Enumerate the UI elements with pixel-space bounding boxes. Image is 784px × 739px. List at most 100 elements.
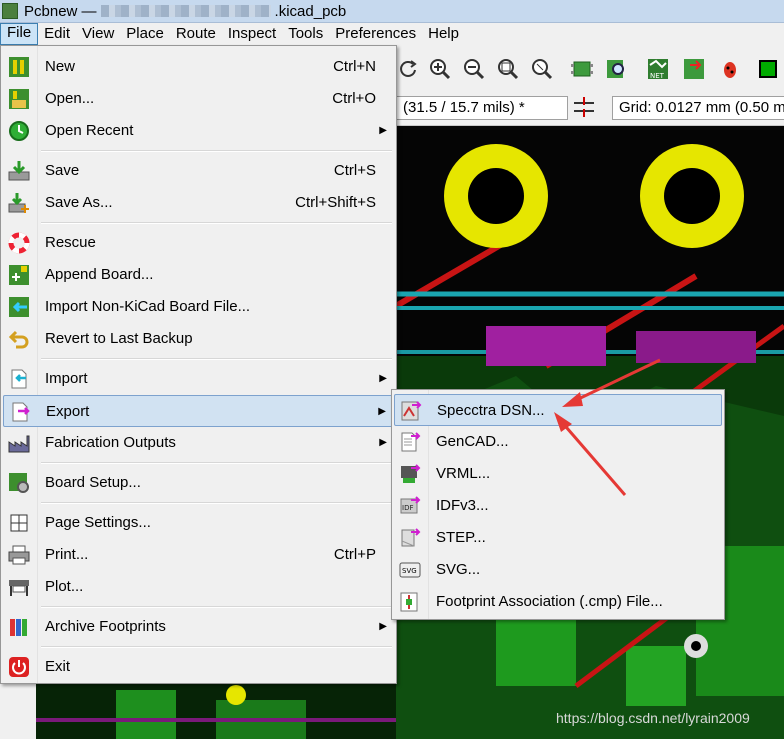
- menu-item-export[interactable]: Export ▶: [3, 395, 394, 427]
- zoom-selection-icon[interactable]: [530, 57, 554, 81]
- rescue-lifebuoy-icon: [6, 230, 32, 256]
- layer-color-icon[interactable]: [756, 57, 780, 81]
- submenu-arrow-icon: ▶: [379, 124, 387, 136]
- separator: [41, 358, 392, 360]
- submenu-arrow-icon: ▶: [379, 372, 387, 384]
- secondary-toolbar: (31.5 / 15.7 mils) * Grid: 0.0127 mm (0.…: [396, 91, 784, 126]
- menu-item-page-settings[interactable]: Page Settings...: [3, 507, 394, 537]
- title-bar: Pcbnew — .kicad_pcb: [0, 0, 784, 23]
- factory-icon: [6, 430, 32, 456]
- menu-item-rescue[interactable]: Rescue: [3, 227, 394, 257]
- step-icon: [397, 525, 423, 551]
- gencad-icon: [397, 429, 423, 455]
- menu-item-save[interactable]: Save Ctrl+S: [3, 155, 394, 185]
- svg-text:IDF: IDF: [402, 504, 413, 512]
- save-icon: [6, 158, 32, 184]
- separator: [41, 646, 392, 648]
- separator: [41, 606, 392, 608]
- printer-icon: [6, 542, 32, 568]
- page-settings-icon: [6, 510, 32, 536]
- exit-power-icon: [6, 654, 32, 680]
- menu-item-vrml[interactable]: VRML...: [394, 458, 722, 488]
- idf-icon: IDF: [397, 493, 423, 519]
- recent-clock-icon: [6, 118, 32, 144]
- menu-file[interactable]: File: [0, 23, 39, 45]
- menu-item-append-board[interactable]: Append Board...: [3, 259, 394, 289]
- export-icon: [7, 399, 33, 425]
- watermark: https://blog.csdn.net/lyrain2009: [556, 710, 750, 726]
- track-width-select[interactable]: (31.5 / 15.7 mils) *: [396, 96, 568, 120]
- window-title-suffix: .kicad_pcb: [274, 2, 347, 20]
- menu-item-new[interactable]: New Ctrl+N: [3, 51, 394, 81]
- zoom-fit-icon[interactable]: [496, 57, 520, 81]
- menu-item-import[interactable]: Import ▶: [3, 363, 394, 393]
- menu-item-footprint-association[interactable]: Footprint Association (.cmp) File...: [394, 586, 722, 616]
- separator: [41, 150, 392, 152]
- zoom-in-icon[interactable]: [428, 57, 452, 81]
- import-board-icon: [6, 294, 32, 320]
- grid-select[interactable]: Grid: 0.0127 mm (0.50 m: [612, 96, 784, 120]
- pcb-artwork-bottom: [36, 680, 396, 739]
- separator: [41, 502, 392, 504]
- drc-bug-icon[interactable]: [718, 57, 742, 81]
- menu-item-save-as[interactable]: Save As... Ctrl+Shift+S: [3, 187, 394, 217]
- submenu-arrow-icon: ▶: [379, 436, 387, 448]
- update-pcb-icon[interactable]: [682, 57, 706, 81]
- menu-edit[interactable]: Edit: [38, 24, 76, 44]
- board-setup-icon: [6, 470, 32, 496]
- window-title-prefix: Pcbnew —: [24, 2, 97, 20]
- library-books-icon: [6, 614, 32, 640]
- file-menu: New Ctrl+N Open... Ctrl+O Open Recent ▶ …: [0, 45, 397, 684]
- netlist-icon[interactable]: NET: [646, 57, 670, 81]
- svg-text:SVG: SVG: [402, 567, 417, 575]
- vrml-icon: [397, 461, 423, 487]
- menu-tools[interactable]: Tools: [282, 24, 329, 44]
- separator: [41, 462, 392, 464]
- menu-item-fabrication-outputs[interactable]: Fabrication Outputs ▶: [3, 427, 394, 457]
- menu-item-step[interactable]: STEP...: [394, 522, 722, 552]
- menu-item-exit[interactable]: Exit: [3, 651, 394, 681]
- menu-item-gencad[interactable]: GenCAD...: [394, 426, 722, 456]
- svg-text:NET: NET: [650, 72, 665, 80]
- save-as-icon: [6, 190, 32, 216]
- footprint-browser-icon[interactable]: [604, 57, 628, 81]
- menu-item-specctra-dsn[interactable]: Specctra DSN...: [394, 394, 722, 426]
- specctra-dsn-icon: [398, 398, 424, 424]
- menu-item-board-setup[interactable]: Board Setup...: [3, 467, 394, 497]
- main-toolbar: NET: [396, 45, 784, 92]
- new-board-icon: [6, 54, 32, 80]
- menu-item-revert[interactable]: Revert to Last Backup: [3, 323, 394, 353]
- menu-help[interactable]: Help: [422, 24, 465, 44]
- menu-preferences[interactable]: Preferences: [329, 24, 422, 44]
- redraw-icon[interactable]: [396, 57, 420, 81]
- via-size-icon[interactable]: [572, 95, 596, 119]
- menu-place[interactable]: Place: [120, 24, 170, 44]
- menu-route[interactable]: Route: [170, 24, 222, 44]
- footprint-association-icon: [397, 589, 423, 615]
- revert-icon: [6, 326, 32, 352]
- svg-icon: SVG: [397, 557, 423, 583]
- menu-item-svg[interactable]: SVG SVG...: [394, 554, 722, 584]
- submenu-arrow-icon: ▶: [378, 405, 386, 417]
- append-board-icon: [6, 262, 32, 288]
- menu-item-archive-footprints[interactable]: Archive Footprints ▶: [3, 611, 394, 641]
- export-submenu: Specctra DSN... GenCAD... VRML... IDF ID…: [391, 389, 725, 620]
- menu-inspect[interactable]: Inspect: [222, 24, 282, 44]
- plotter-icon: [6, 574, 32, 600]
- pcbnew-app-icon: [2, 3, 18, 19]
- menu-item-open-recent[interactable]: Open Recent ▶: [3, 115, 394, 145]
- menu-item-idfv3[interactable]: IDF IDFv3...: [394, 490, 722, 520]
- menu-bar: File Edit View Place Route Inspect Tools…: [0, 23, 784, 45]
- submenu-arrow-icon: ▶: [379, 620, 387, 632]
- menu-item-open[interactable]: Open... Ctrl+O: [3, 83, 394, 113]
- import-icon: [6, 366, 32, 392]
- pcb-canvas-bottom[interactable]: [36, 680, 396, 739]
- menu-item-plot[interactable]: Plot...: [3, 571, 394, 601]
- menu-item-import-non-kicad[interactable]: Import Non-KiCad Board File...: [3, 291, 394, 321]
- footprint-editor-icon[interactable]: [570, 57, 594, 81]
- menu-view[interactable]: View: [76, 24, 120, 44]
- menu-item-print[interactable]: Print... Ctrl+P: [3, 539, 394, 569]
- open-board-icon: [6, 86, 32, 112]
- redacted-filename: [100, 5, 271, 17]
- zoom-out-icon[interactable]: [462, 57, 486, 81]
